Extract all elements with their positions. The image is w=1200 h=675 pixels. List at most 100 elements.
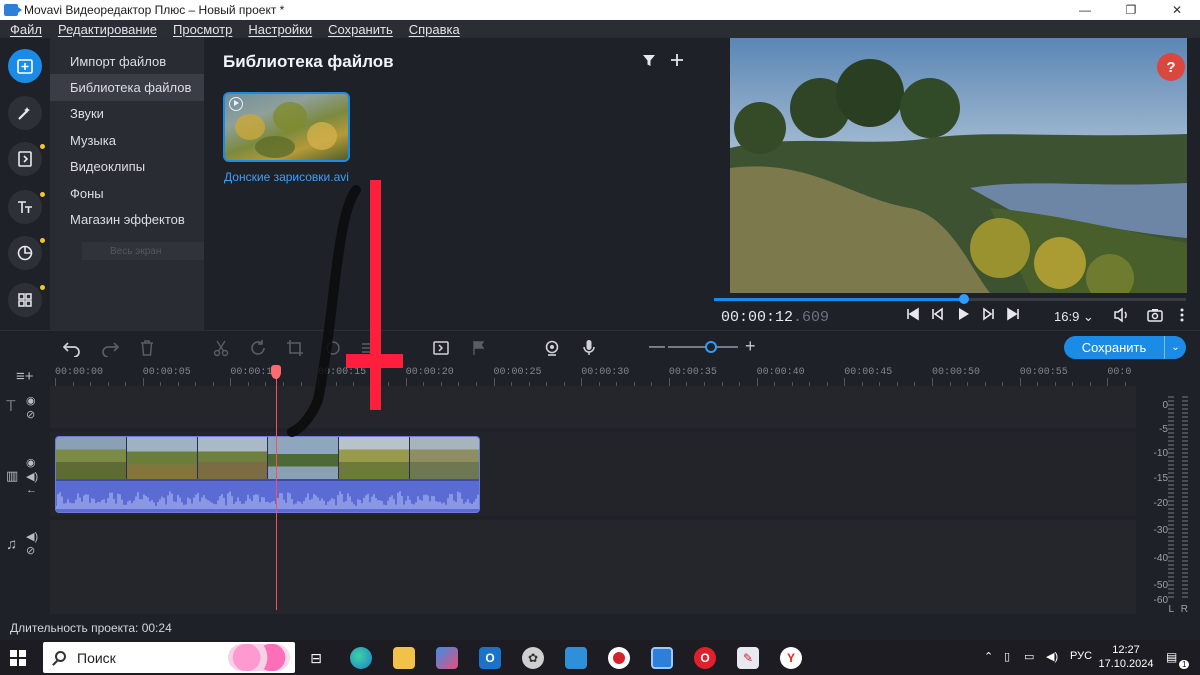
video-preview[interactable] (730, 38, 1187, 293)
file-explorer-icon[interactable] (393, 647, 415, 669)
monitor-app-icon[interactable] (565, 647, 587, 669)
playhead-handle[interactable] (271, 365, 281, 379)
windows-start-icon[interactable] (10, 650, 26, 666)
clip-properties-icon[interactable] (360, 339, 376, 362)
undo-icon[interactable] (62, 339, 82, 362)
redo-icon[interactable] (100, 339, 120, 362)
video-track-sound-icon[interactable]: ◀) (26, 470, 38, 483)
clip-frame (339, 437, 411, 479)
save-options-chevron-icon[interactable]: ⌄ (1164, 336, 1186, 359)
camera-icon[interactable] (1147, 307, 1163, 323)
play-icon[interactable] (956, 307, 970, 321)
yandex-browser-icon[interactable]: Y (780, 647, 802, 669)
microphone-icon[interactable] (582, 339, 596, 362)
rail-titles-button[interactable] (8, 190, 45, 224)
menu-settings[interactable]: Настройки (240, 22, 320, 37)
next-frame-icon[interactable] (981, 307, 995, 321)
outlook-icon[interactable]: O (479, 647, 501, 669)
rotate-icon[interactable] (249, 339, 267, 362)
waveform-graphic (56, 491, 479, 509)
rail-filters-button[interactable] (8, 96, 42, 130)
menu-view[interactable]: Просмотр (165, 22, 240, 37)
task-view-icon[interactable]: ⊟ (305, 647, 327, 669)
tray-volume-icon[interactable]: ◀) (1046, 650, 1058, 663)
music-track[interactable] (50, 520, 1136, 614)
video-track-arrow-icon[interactable]: ← (26, 484, 37, 496)
timecode-main: 00:00:12 (721, 309, 794, 326)
zoom-in-button[interactable]: + (745, 336, 756, 357)
category-import[interactable]: Импорт файлов (50, 48, 204, 74)
paint-app-icon[interactable]: ✎ (737, 647, 759, 669)
preview-progress-bar[interactable] (714, 294, 1186, 304)
menu-help[interactable]: Справка (401, 22, 468, 37)
rail-transitions-button[interactable] (8, 142, 45, 176)
skip-to-start-icon[interactable] (906, 307, 920, 321)
file-library: Библиотека файлов Донские зарисовки.avi (204, 38, 712, 330)
taskbar-search[interactable]: Поиск (43, 642, 295, 673)
marker-flag-icon[interactable] (471, 339, 485, 362)
category-effects-store[interactable]: Магазин эффектов (50, 206, 204, 232)
more-options-icon[interactable] (1179, 307, 1185, 323)
category-videoclips[interactable]: Видеоклипы (50, 154, 204, 180)
music-track-link-icon[interactable]: ⊘ (26, 544, 35, 557)
add-icon[interactable] (670, 52, 684, 68)
minimize-button[interactable]: — (1062, 0, 1108, 20)
microsoft-store-icon[interactable] (436, 647, 458, 669)
notifications-icon[interactable]: ▤ (1166, 650, 1177, 664)
file-thumbnail[interactable] (223, 92, 350, 162)
crop-icon[interactable] (286, 339, 304, 362)
add-track-icon[interactable]: ≡+ (16, 368, 34, 385)
previous-frame-icon[interactable] (931, 307, 945, 321)
timeline-ruler[interactable]: 00:00:00 00:00:05 00:00:10 00:00:15 00:00:20… (50, 364, 1136, 386)
title-bar: Movavi Видеоредактор Плюс – Новый проект… (0, 0, 1200, 20)
maximize-button[interactable]: ❐ (1108, 0, 1154, 20)
movavi-taskbar-icon[interactable] (651, 647, 673, 669)
category-backgrounds[interactable]: Фоны (50, 180, 204, 206)
menu-save[interactable]: Сохранить (320, 22, 401, 37)
rail-more-button[interactable] (8, 283, 45, 317)
new-badge-dot (40, 285, 45, 290)
project-duration: Длительность проекта: 00:24 (10, 621, 172, 635)
menu-file[interactable]: Файл (0, 22, 50, 37)
zoom-out-button[interactable]: — (649, 338, 665, 356)
movavi-logo-icon (4, 4, 22, 16)
video-clip[interactable] (55, 436, 480, 513)
notification-count: 1 (1179, 660, 1190, 669)
music-track-sound-icon[interactable]: ◀) (26, 530, 38, 543)
opera-icon[interactable]: O (694, 647, 716, 669)
tray-chevron-icon[interactable]: ⌃ (984, 650, 993, 663)
keyboard-language[interactable]: РУС (1070, 650, 1092, 662)
system-clock[interactable]: 12:27 17.10.2024 (1098, 643, 1154, 671)
title-track[interactable] (50, 386, 1136, 428)
cut-icon[interactable] (213, 339, 229, 362)
tray-network-icon[interactable]: ▭ (1024, 650, 1034, 663)
rail-stickers-button[interactable] (8, 236, 45, 270)
aspect-ratio-select[interactable]: 16:9 ⌄ (1054, 309, 1094, 325)
volume-icon[interactable] (1113, 307, 1131, 323)
edge-browser-icon[interactable] (350, 647, 372, 669)
transition-wizard-icon[interactable] (432, 339, 450, 362)
ruler-tick-label: 00:0 (1107, 367, 1132, 378)
title-track-visibility-icon[interactable]: ◉ (26, 394, 36, 407)
clock-date: 17.10.2024 (1098, 658, 1154, 670)
recorder-icon[interactable] (608, 647, 630, 669)
category-sounds[interactable]: Звуки (50, 101, 204, 127)
video-track-visibility-icon[interactable]: ◉ (26, 456, 36, 469)
film-reel-icon[interactable]: ✿ (522, 647, 544, 669)
color-adjust-icon[interactable] (325, 339, 341, 362)
tray-device-icon[interactable]: ▯ (1004, 650, 1010, 663)
category-music[interactable]: Музыка (50, 127, 204, 153)
close-button[interactable]: ✕ (1154, 0, 1200, 20)
filter-icon[interactable] (642, 52, 656, 68)
zoom-slider-track[interactable] (668, 346, 738, 348)
delete-icon[interactable] (139, 339, 155, 362)
rail-import-button[interactable] (8, 49, 42, 83)
category-library[interactable]: Библиотека файлов (50, 74, 204, 101)
title-track-link-icon[interactable]: ⊘ (26, 408, 35, 421)
webcam-record-icon[interactable] (544, 339, 560, 362)
menu-edit[interactable]: Редактирование (50, 22, 165, 37)
player-controls (906, 307, 1020, 321)
help-button[interactable]: ? (1157, 53, 1185, 81)
export-save-button[interactable]: Сохранить ⌄ (1064, 336, 1186, 359)
skip-to-end-icon[interactable] (1006, 307, 1020, 321)
